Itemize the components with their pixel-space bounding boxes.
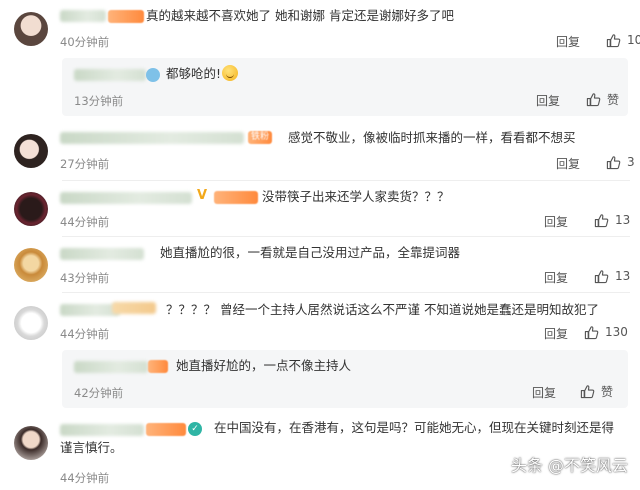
thumbs-up-icon <box>584 325 599 340</box>
username[interactable] <box>74 69 146 81</box>
v-verified-icon: V <box>197 188 208 203</box>
username[interactable] <box>60 248 144 260</box>
reply-button[interactable]: 回复 <box>544 213 568 230</box>
thumbs-up-icon <box>580 384 595 399</box>
reply-button[interactable]: 回复 <box>536 92 560 109</box>
timestamp: 40分钟前 <box>60 35 110 49</box>
divider <box>62 180 630 181</box>
comment-text: 没带筷子出来还学人家卖货？？？ <box>262 189 450 204</box>
like-button[interactable]: 3 <box>606 154 635 170</box>
timestamp: 13分钟前 <box>74 94 124 108</box>
divider <box>62 236 630 237</box>
thumbs-up-icon <box>606 155 621 170</box>
comment-text: 都够呛的! <box>166 64 239 84</box>
like-button[interactable]: 130 <box>584 324 628 340</box>
thumbs-up-icon <box>594 269 609 284</box>
timestamp: 44分钟前 <box>60 471 110 485</box>
like-count: 3 <box>627 155 635 169</box>
like-count: 13 <box>615 269 631 283</box>
thumbs-up-icon <box>586 92 601 107</box>
like-button[interactable]: 13 <box>594 268 630 284</box>
reply-button[interactable]: 回复 <box>532 384 556 401</box>
fan-badge: 铁粉 <box>248 131 273 144</box>
like-count: 10 <box>627 33 640 47</box>
like-count: 13 <box>615 213 631 227</box>
timestamp: 27分钟前 <box>60 157 110 171</box>
fan-badge <box>108 10 144 23</box>
username[interactable] <box>74 361 148 373</box>
comment-text: 感觉不敬业，像被临时抓来播的一样，看看都不想买 <box>288 130 576 145</box>
reply-button[interactable]: 回复 <box>556 155 580 172</box>
username[interactable] <box>60 304 120 316</box>
avatar[interactable] <box>14 12 48 46</box>
avatar[interactable] <box>14 192 48 226</box>
fan-badge <box>148 360 168 373</box>
timestamp: 43分钟前 <box>60 271 110 285</box>
reply-thread: 她直播好尬的，一点不像主持人 42分钟前 回复 赞 <box>62 350 628 408</box>
like-button[interactable]: 10 <box>606 32 640 48</box>
laughing-emoji-icon <box>222 65 239 81</box>
avatar[interactable] <box>14 306 48 340</box>
comment-text: 她直播好尬的，一点不像主持人 <box>176 358 352 373</box>
avatar[interactable] <box>14 248 48 282</box>
username[interactable] <box>60 132 244 144</box>
timestamp: 44分钟前 <box>60 327 110 341</box>
thumbs-up-icon <box>606 33 621 48</box>
timestamp: 44分钟前 <box>60 215 110 229</box>
divider <box>62 292 630 293</box>
like-count: 130 <box>605 325 628 339</box>
comment-text: 真的越来越不喜欢她了 她和谢娜 肯定还是谢娜好多了吧 <box>146 8 454 23</box>
reply-button[interactable]: 回复 <box>556 33 580 50</box>
like-label: 赞 <box>601 384 614 399</box>
comment-text: ？？？？ 曾经一个主持人居然说话这么不严谨 不知道说她是蠢还是明知故犯了 <box>166 302 599 317</box>
like-button[interactable]: 13 <box>594 212 630 228</box>
fan-badge <box>214 191 258 204</box>
reply-text: 都够呛的! <box>166 66 222 81</box>
timestamp: 42分钟前 <box>74 386 124 400</box>
avatar[interactable] <box>14 134 48 168</box>
like-button[interactable]: 赞 <box>586 91 619 107</box>
reply-button[interactable]: 回复 <box>544 325 568 342</box>
username[interactable] <box>60 192 192 204</box>
username-extra <box>112 302 156 314</box>
like-button[interactable]: 赞 <box>580 383 613 399</box>
avatar[interactable] <box>14 426 48 460</box>
like-label: 赞 <box>607 92 620 107</box>
thumbs-up-icon <box>594 213 609 228</box>
verified-icon <box>146 68 160 82</box>
username[interactable] <box>60 10 106 22</box>
comment-text: 她直播尬的很，一看就是自己没用过产品，全靠提词器 <box>160 245 461 260</box>
watermark: 头条 @不笑风云 <box>510 456 628 475</box>
reply-button[interactable]: 回复 <box>544 269 568 286</box>
reply-thread: 都够呛的! 13分钟前 回复 赞 <box>62 58 628 116</box>
